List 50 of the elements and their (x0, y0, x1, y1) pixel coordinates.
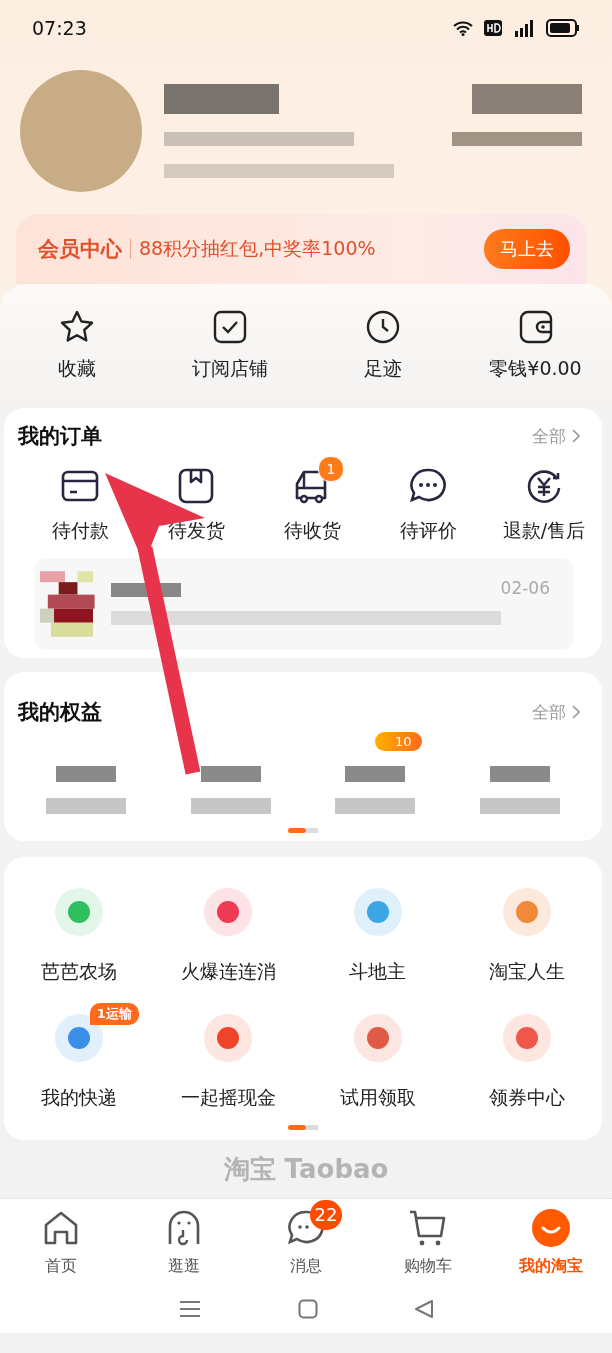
nav-tab[interactable]: 22 消息 (244, 1199, 368, 1285)
battery-icon (546, 19, 580, 37)
home-button-icon[interactable] (298, 1299, 318, 1319)
menu-icon[interactable] (178, 1299, 202, 1319)
wifi-icon (452, 20, 474, 36)
shortcut-label[interactable]: 足迹 (363, 356, 402, 382)
nav-tab[interactable]: 购物车 (367, 1199, 490, 1285)
service-label[interactable]: 领券中心 (489, 1085, 566, 1111)
nav-tab[interactable]: 首页 (0, 1199, 123, 1285)
order-date: 02-06 (500, 578, 550, 598)
order-status-label[interactable]: 待评价 (399, 518, 457, 544)
coin-badge: 10 (375, 732, 422, 751)
smile-icon (530, 1207, 571, 1248)
chevron-icon[interactable] (572, 705, 580, 719)
app-icon[interactable] (352, 1013, 403, 1063)
service-label[interactable]: 火爆连连消 (180, 959, 276, 985)
chevron-icon[interactable] (572, 429, 580, 443)
status-badge: 1运输 (89, 1003, 139, 1025)
shortcut-label[interactable]: 收藏 (57, 356, 96, 382)
service-label[interactable]: 试用领取 (339, 1085, 416, 1111)
service-label[interactable]: 一起摇现金 (180, 1085, 276, 1111)
nav-tab[interactable]: 逛逛 (122, 1199, 245, 1285)
app-icon[interactable] (502, 887, 553, 937)
shortcut-label[interactable]: 订阅店铺 (191, 356, 268, 382)
signal-icon (512, 19, 536, 37)
service-label[interactable]: 斗地主 (349, 959, 407, 985)
app-icon[interactable] (53, 887, 104, 937)
app-icon[interactable] (203, 1013, 254, 1063)
app-icon[interactable] (352, 887, 403, 937)
footer-logo: 淘宝 Taobao (223, 1152, 389, 1186)
service-label[interactable]: 淘宝人生 (489, 959, 566, 985)
box-icon[interactable] (176, 466, 216, 506)
app-icon[interactable] (203, 887, 254, 937)
order-status-label[interactable]: 待收货 (283, 518, 341, 544)
hd-icon (484, 20, 502, 36)
section-title: 我的订单 (18, 423, 103, 450)
shortcut-label[interactable]: 零钱¥0.00 (489, 356, 582, 382)
service-label[interactable]: 芭芭农场 (40, 959, 117, 985)
order-status-label[interactable]: 待发货 (167, 518, 225, 544)
status-time: 07:23 (32, 17, 87, 39)
section-title: 我的权益 (18, 699, 103, 726)
order-status-label[interactable]: 待付款 (51, 518, 109, 544)
banner-text: 88积分抽红包,中奖率100% (139, 236, 377, 261)
banner-title: 会员中心 (38, 236, 122, 263)
count-badge: 1 (318, 456, 344, 482)
order-status-label[interactable]: 退款/售后 (502, 518, 586, 544)
count-badge: 22 (310, 1199, 342, 1230)
service-label[interactable]: 我的快递 (40, 1085, 117, 1111)
back-icon[interactable] (414, 1299, 434, 1319)
app-icon[interactable] (502, 1013, 553, 1063)
